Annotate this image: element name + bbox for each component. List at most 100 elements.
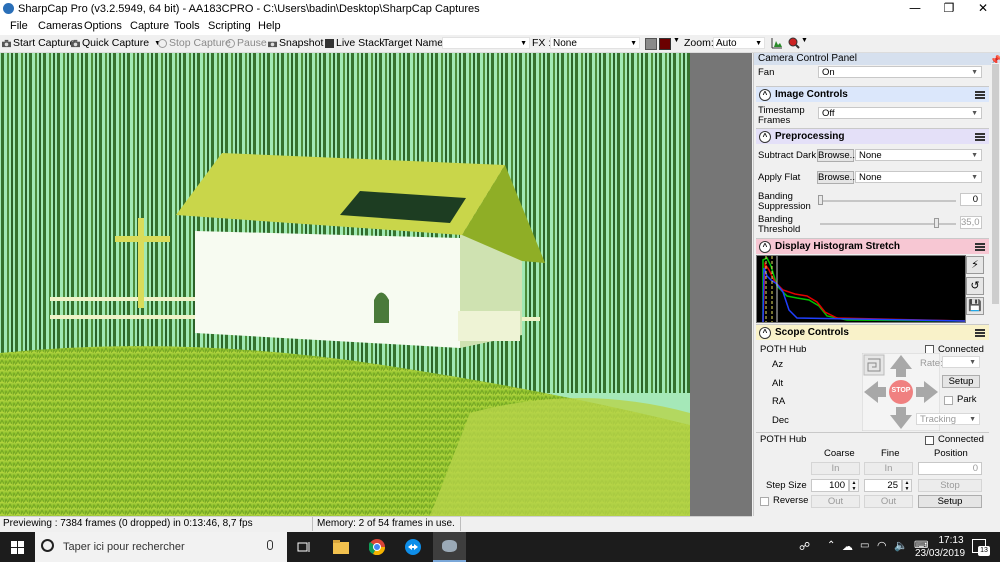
collapse-icon[interactable]: ^ <box>759 89 771 101</box>
subtract-dark-value: None <box>859 150 882 161</box>
banding-suppression-slider[interactable] <box>820 200 956 202</box>
snapshot-button[interactable]: Snapshot <box>268 37 323 49</box>
chevron-up-icon[interactable]: ⌃ <box>827 540 835 551</box>
microphone-icon[interactable] <box>267 540 273 550</box>
menu-file[interactable]: File <box>10 20 28 32</box>
hamburger-menu-icon[interactable] <box>975 329 985 337</box>
target-name-combo[interactable]: ▼ <box>442 37 530 49</box>
color-swatch-red[interactable] <box>659 38 671 50</box>
menu-scripting[interactable]: Scripting <box>208 20 251 32</box>
menu-tools[interactable]: Tools <box>174 20 200 32</box>
battery-icon[interactable]: ▭ <box>860 540 869 551</box>
park-checkbox[interactable] <box>944 396 953 405</box>
close-button[interactable]: ✕ <box>966 0 1000 18</box>
fine-step-spinner[interactable]: ▲ ▼ <box>902 479 912 492</box>
coarse-in-button[interactable]: In <box>811 462 860 475</box>
apply-flat-browse-button[interactable]: Browse... <box>817 171 858 184</box>
maximize-button[interactable]: ❐ <box>932 0 966 18</box>
subtract-dark-select[interactable]: None ▼ <box>855 149 982 161</box>
subtract-dark-browse-button[interactable]: Browse... <box>817 149 858 162</box>
collapse-icon[interactable]: ^ <box>759 241 771 253</box>
collapse-icon[interactable]: ^ <box>759 327 771 339</box>
menu-cameras[interactable]: Cameras <box>38 20 83 32</box>
title-bar[interactable]: SharpCap Pro (v3.2.5949, 64 bit) - AA183… <box>0 0 1000 18</box>
file-explorer-icon[interactable] <box>333 540 349 554</box>
menu-help[interactable]: Help <box>258 20 281 32</box>
zoom-combo[interactable]: Auto ▼ <box>713 37 765 49</box>
auto-stretch-icon[interactable]: ⚡ <box>966 256 984 274</box>
search-placeholder: Taper ici pour rechercher <box>63 541 185 553</box>
hamburger-menu-icon[interactable] <box>975 133 985 141</box>
people-icon[interactable]: ☍ <box>799 540 810 553</box>
magnifier-icon[interactable] <box>788 37 800 49</box>
preprocessing-header[interactable]: ^ Preprocessing <box>756 128 989 144</box>
tracking-select[interactable]: Tracking ▼ <box>916 413 980 425</box>
menu-capture[interactable]: Capture <box>130 20 169 32</box>
banding-suppression-thumb[interactable] <box>818 195 823 205</box>
fine-label: Fine <box>881 448 900 459</box>
start-capture-button[interactable]: Start Capture <box>2 37 75 49</box>
stop-capture-label: Stop Capture <box>169 37 231 49</box>
scope-controls-header[interactable]: ^ Scope Controls <box>756 324 989 340</box>
scope-stop-button[interactable]: STOP <box>889 387 913 394</box>
fan-select[interactable]: On ▼ <box>818 66 982 78</box>
preview-viewport[interactable] <box>0 53 752 516</box>
speaker-icon[interactable]: 🔈 <box>894 539 908 552</box>
focuser-stop-button[interactable]: Stop <box>918 479 982 492</box>
chevron-down-icon[interactable]: ▼ <box>801 37 808 44</box>
focuser-setup-button[interactable]: Setup <box>918 495 982 508</box>
quick-capture-button[interactable]: Quick Capture ▼ <box>71 37 161 49</box>
pause-button[interactable]: Pause <box>226 37 267 49</box>
window-title: SharpCap Pro (v3.2.5949, 64 bit) - AA183… <box>18 3 480 15</box>
minimize-button[interactable]: — <box>898 0 932 18</box>
stop-capture-button[interactable]: Stop Capture <box>158 37 231 49</box>
scrollbar-thumb[interactable] <box>992 64 999 304</box>
banding-threshold-thumb[interactable] <box>934 218 939 228</box>
fx-label: FX : <box>532 37 552 49</box>
fx-combo[interactable]: None ▼ <box>550 37 640 49</box>
chevron-down-icon[interactable]: ▼ <box>673 37 680 44</box>
taskbar-search-box[interactable]: Taper ici pour rechercher <box>35 532 287 562</box>
sharpcap-taskbar-button[interactable] <box>433 532 466 562</box>
teamviewer-icon[interactable] <box>405 539 421 555</box>
timestamp-frames-select[interactable]: Off ▼ <box>818 107 982 119</box>
reset-stretch-icon[interactable]: ↺ <box>966 277 984 295</box>
apply-flat-select[interactable]: None ▼ <box>855 171 982 183</box>
rate-select[interactable]: ▼ <box>942 356 980 368</box>
wifi-icon[interactable]: ◠ <box>877 539 887 552</box>
banding-suppression-input[interactable]: 0 <box>960 193 982 206</box>
hamburger-menu-icon[interactable] <box>975 243 985 251</box>
histogram-display[interactable] <box>756 255 966 323</box>
live-stack-button[interactable]: Live Stack <box>325 37 384 49</box>
image-controls-header[interactable]: ^ Image Controls <box>756 86 989 102</box>
menu-options[interactable]: Options <box>84 20 122 32</box>
collapse-icon[interactable]: ^ <box>759 131 771 143</box>
coarse-step-spinner[interactable]: ▲ ▼ <box>849 479 859 492</box>
coarse-step-input[interactable]: 100 <box>811 479 849 492</box>
cloud-icon[interactable]: ☁ <box>842 540 853 553</box>
taskbar-date[interactable]: 23/03/2019 <box>914 548 966 559</box>
cortana-icon <box>41 539 54 552</box>
camera-preview-image[interactable] <box>0 53 690 516</box>
scope-setup-button[interactable]: Setup <box>942 375 980 388</box>
chevron-down-icon: ▼ <box>971 174 978 181</box>
focuser-connected-checkbox[interactable] <box>925 436 934 445</box>
fine-in-button[interactable]: In <box>864 462 913 475</box>
fine-step-input[interactable]: 25 <box>864 479 902 492</box>
fine-out-button[interactable]: Out <box>864 495 913 508</box>
taskbar-time[interactable]: 17:13 <box>936 535 966 546</box>
save-icon[interactable]: 💾 <box>966 297 984 315</box>
histogram-icon[interactable] <box>771 37 783 49</box>
coarse-out-button[interactable]: Out <box>811 495 860 508</box>
color-swatch-gray[interactable] <box>645 38 657 50</box>
banding-threshold-input[interactable]: 35,0 <box>960 216 982 229</box>
status-divider <box>460 517 461 531</box>
task-view-icon[interactable] <box>297 540 311 554</box>
reverse-checkbox[interactable] <box>760 497 769 506</box>
panel-scrollbar[interactable] <box>991 63 1000 516</box>
camera-icon <box>71 39 80 47</box>
chrome-icon[interactable] <box>369 539 385 555</box>
windows-start-icon[interactable] <box>11 541 24 554</box>
hamburger-menu-icon[interactable] <box>975 91 985 99</box>
histogram-stretch-header[interactable]: ^ Display Histogram Stretch <box>756 238 989 254</box>
